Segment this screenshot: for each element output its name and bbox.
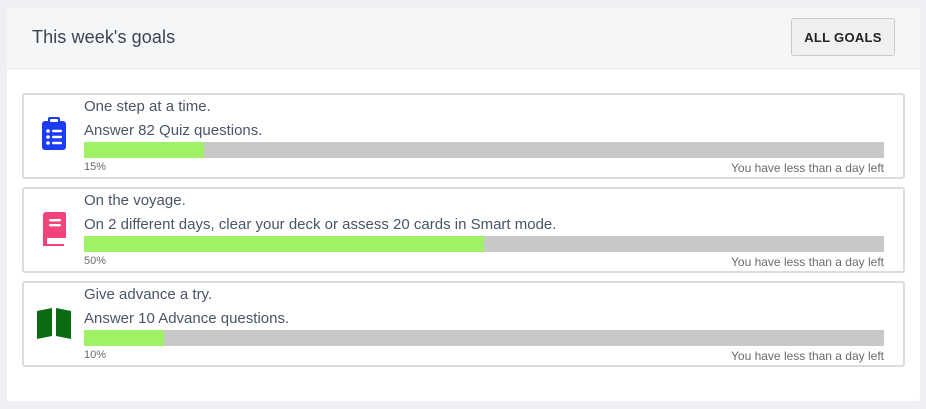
goal-title: One step at a time. <box>84 98 211 115</box>
goal-item: On the voyage. On 2 different days, clea… <box>22 187 905 273</box>
goals-card: This week's goals ALL GOALS One step at … <box>7 8 920 401</box>
all-goals-button[interactable]: ALL GOALS <box>791 18 895 56</box>
progress-bar <box>84 236 884 252</box>
progress-fill <box>84 236 484 252</box>
goal-description: Answer 10 Advance questions. <box>84 310 290 327</box>
progress-percent: 10% <box>84 349 107 361</box>
goal-description: Answer 82 Quiz questions. <box>84 122 263 139</box>
progress-fill <box>84 330 164 346</box>
open-book-icon <box>37 308 71 339</box>
goal-title: Give advance a try. <box>84 286 213 303</box>
time-left-text: You have less than a day left <box>731 255 884 269</box>
time-left-text: You have less than a day left <box>731 349 884 363</box>
progress-bar <box>84 142 884 158</box>
time-left-text: You have less than a day left <box>731 161 884 175</box>
goal-description: On 2 different days, clear your deck or … <box>84 216 557 233</box>
goal-title: On the voyage. <box>84 192 186 209</box>
progress-percent: 15% <box>84 161 107 173</box>
progress-bar <box>84 330 884 346</box>
goal-item: One step at a time. Answer 82 Quiz quest… <box>22 93 905 179</box>
book-icon <box>43 212 66 246</box>
progress-fill <box>84 142 204 158</box>
progress-percent: 50% <box>84 255 107 267</box>
goal-item: Give advance a try. Answer 10 Advance qu… <box>22 281 905 367</box>
clipboard-list-icon <box>42 117 66 150</box>
goals-list: One step at a time. Answer 82 Quiz quest… <box>22 93 905 375</box>
card-header: This week's goals ALL GOALS <box>7 8 920 69</box>
card-title: This week's goals <box>32 27 176 47</box>
